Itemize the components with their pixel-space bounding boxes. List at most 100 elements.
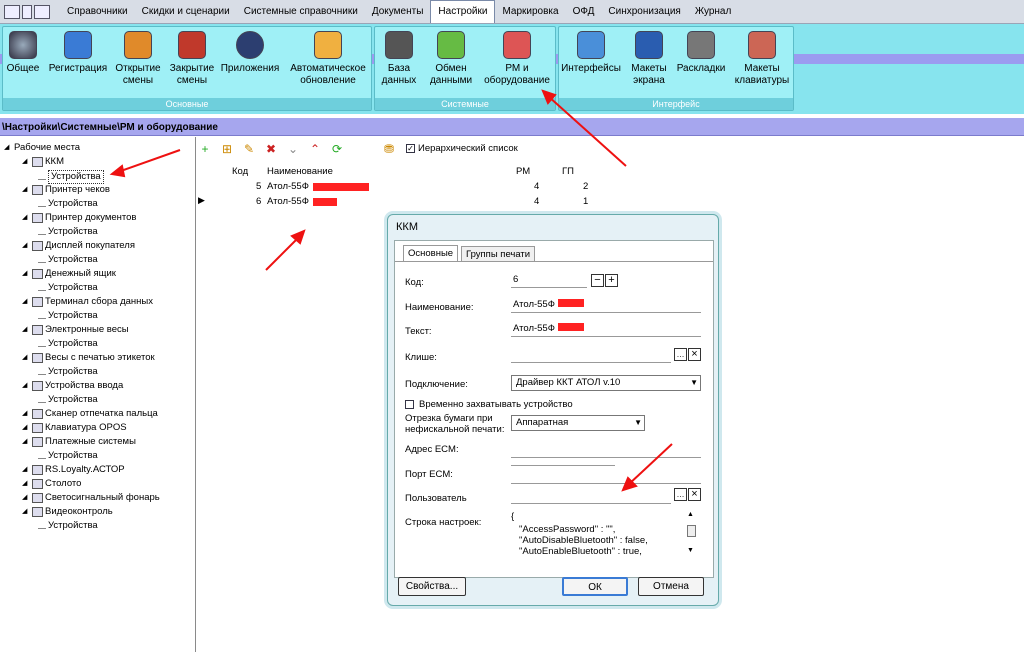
tree-node[interactable]: ◢ Столото xyxy=(22,478,81,490)
settings-textarea[interactable]: { "AccessPassword" : "", "AutoDisableBlu… xyxy=(511,511,701,567)
increment-button[interactable]: + xyxy=(605,274,618,287)
menu-marking[interactable]: Маркировка xyxy=(495,1,565,23)
menu-settings[interactable]: Настройки xyxy=(430,0,496,23)
tab-print-groups[interactable]: Группы печати xyxy=(461,246,536,262)
open-shift-button[interactable]: Открытие смены xyxy=(111,31,165,87)
tree-node[interactable]: ◢ Принтер документов xyxy=(22,212,136,224)
tree-node[interactable]: ◢ Платежные системы xyxy=(22,436,136,448)
hierarchical-list-toggle[interactable]: ✓ Иерархический список xyxy=(406,143,518,154)
expand-icon[interactable]: ◢ xyxy=(22,296,30,308)
expand-icon[interactable]: ◢ xyxy=(22,184,30,196)
scrollbar-thumb[interactable] xyxy=(687,525,696,537)
interfaces-button[interactable]: Интерфейсы xyxy=(561,31,621,75)
browse-button[interactable]: … xyxy=(674,488,687,501)
tree-node[interactable]: ◢ RS.Loyalty.АСТОР xyxy=(22,464,125,476)
clear-filter-icon[interactable]: ⛃ xyxy=(382,142,396,156)
expand-icon[interactable]: ◢ xyxy=(22,464,30,476)
chevron-down-icon[interactable]: ⌄ xyxy=(286,142,300,156)
tree-node[interactable]: ◢ Устройства ввода xyxy=(22,380,123,392)
connection-select[interactable]: Драйвер ККТ АТОЛ v.10 ▼ xyxy=(511,375,701,391)
workplaces-equipment-button[interactable]: РМ и оборудование xyxy=(479,31,555,87)
tree-node[interactable]: ◢ Видеоконтроль xyxy=(22,506,113,518)
cancel-button[interactable]: Отмена xyxy=(638,577,704,596)
add-group-icon[interactable]: ⊞ xyxy=(220,142,234,156)
refresh-icon[interactable]: ⟳ xyxy=(330,142,344,156)
tree-item-devices[interactable]: Устройства xyxy=(38,310,98,322)
tree-node[interactable]: ◢ ККМ xyxy=(22,156,64,168)
tree-item-devices[interactable]: Устройства xyxy=(38,254,98,266)
col-header-rm[interactable]: РМ xyxy=(516,166,530,177)
col-header-name[interactable]: Наименование xyxy=(267,166,333,177)
tree-item-devices[interactable]: Устройства xyxy=(38,338,98,350)
keyboard-layouts-button[interactable]: Макеты клавиатуры xyxy=(731,31,793,87)
tree-node[interactable]: ◢ Принтер чеков xyxy=(22,184,110,196)
expand-icon[interactable]: ◢ xyxy=(22,422,30,434)
clear-icon[interactable]: × xyxy=(688,348,701,361)
ecm-address-field[interactable] xyxy=(511,444,701,458)
expand-icon[interactable]: ◢ xyxy=(22,506,30,518)
user-field[interactable] xyxy=(511,489,671,504)
tree-item-devices[interactable]: Устройства xyxy=(38,394,98,406)
dropdown-icon[interactable] xyxy=(22,4,32,19)
tree-node[interactable]: ◢ Весы с печатью этикеток xyxy=(22,352,155,364)
tree-node[interactable]: ◢ Дисплей покупателя xyxy=(22,240,135,252)
cliche-field[interactable] xyxy=(511,348,671,363)
expand-icon[interactable]: ◢ xyxy=(22,212,30,224)
expand-icon[interactable]: ◢ xyxy=(22,408,30,420)
clear-icon[interactable]: × xyxy=(688,488,701,501)
col-header-code[interactable]: Код xyxy=(232,166,248,177)
expand-icon[interactable]: ◢ xyxy=(22,352,30,364)
hierarchical-checkbox[interactable]: ✓ xyxy=(406,144,415,153)
layouts-button[interactable]: Раскладки xyxy=(675,31,727,75)
tree-node[interactable]: ◢ Сканер отпечатка пальца xyxy=(22,408,158,420)
tree-root[interactable]: ◢ Рабочие места xyxy=(4,142,80,154)
browse-button[interactable]: … xyxy=(674,348,687,361)
tree-node[interactable]: ◢ Электронные весы xyxy=(22,324,129,336)
menu-sync[interactable]: Синхронизация xyxy=(601,1,687,23)
expand-icon[interactable]: ◢ xyxy=(22,268,30,280)
tree-item-devices[interactable]: Устройства xyxy=(38,170,104,184)
expand-icon[interactable]: ◢ xyxy=(22,156,30,168)
code-field[interactable]: 6 xyxy=(511,273,587,288)
tree-item-devices[interactable]: Устройства xyxy=(38,282,98,294)
expand-icon[interactable]: ◢ xyxy=(22,324,30,336)
menu-documents[interactable]: Документы xyxy=(365,1,431,23)
scroll-down-icon[interactable]: ▼ xyxy=(687,547,694,554)
expand-icon[interactable]: ◢ xyxy=(22,240,30,252)
tree-node[interactable]: ◢ Терминал сбора данных xyxy=(22,296,153,308)
expand-icon[interactable]: ◢ xyxy=(22,380,30,392)
menu-ofd[interactable]: ОФД xyxy=(566,1,602,23)
save-icon[interactable] xyxy=(34,4,50,19)
window-icon[interactable] xyxy=(4,4,20,19)
tree-node[interactable]: ◢ Денежный ящик xyxy=(22,268,116,280)
menu-references[interactable]: Справочники xyxy=(60,1,135,23)
tree-item-devices[interactable]: Устройства xyxy=(38,450,98,462)
registration-button[interactable]: Регистрация xyxy=(45,31,111,75)
expand-icon[interactable]: ◢ xyxy=(22,492,30,504)
general-button[interactable]: Общее xyxy=(5,31,41,75)
chevron-up-icon[interactable]: ⌃ xyxy=(308,142,322,156)
tree-item-devices[interactable]: Устройства xyxy=(38,520,98,532)
ecm-port-field[interactable] xyxy=(511,469,701,484)
data-exchange-button[interactable]: Обмен данными xyxy=(425,31,477,87)
delete-icon[interactable]: ✖ xyxy=(264,142,278,156)
tree-node[interactable]: ◢ Светосигнальный фонарь xyxy=(22,492,160,504)
database-button[interactable]: База данных xyxy=(377,31,421,87)
workplaces-tree[interactable]: ◢ Рабочие места ◢ ККМ Устройства ◢ Принтер че… xyxy=(0,137,196,652)
decrement-button[interactable]: − xyxy=(591,274,604,287)
expand-icon[interactable]: ◢ xyxy=(22,436,30,448)
scroll-up-icon[interactable]: ▲ xyxy=(687,511,694,518)
tree-item-devices[interactable]: Устройства xyxy=(38,198,98,210)
close-shift-button[interactable]: Закрытие смены xyxy=(165,31,219,87)
tree-item-devices[interactable]: Устройства xyxy=(38,226,98,238)
tree-item-devices[interactable]: Устройства xyxy=(38,366,98,378)
name-field[interactable]: Атол-55Ф xyxy=(511,298,701,313)
ok-button[interactable]: ОК xyxy=(562,577,628,596)
apps-button[interactable]: Приложения xyxy=(219,31,281,75)
menu-journal[interactable]: Журнал xyxy=(688,1,739,23)
col-header-gp[interactable]: ГП xyxy=(562,166,574,177)
properties-button[interactable]: Свойства... xyxy=(398,577,466,596)
text-field[interactable]: Атол-55Ф xyxy=(511,322,701,337)
tree-node[interactable]: ◢ Клавиатура OPOS xyxy=(22,422,127,434)
menu-discounts[interactable]: Скидки и сценарии xyxy=(135,1,237,23)
